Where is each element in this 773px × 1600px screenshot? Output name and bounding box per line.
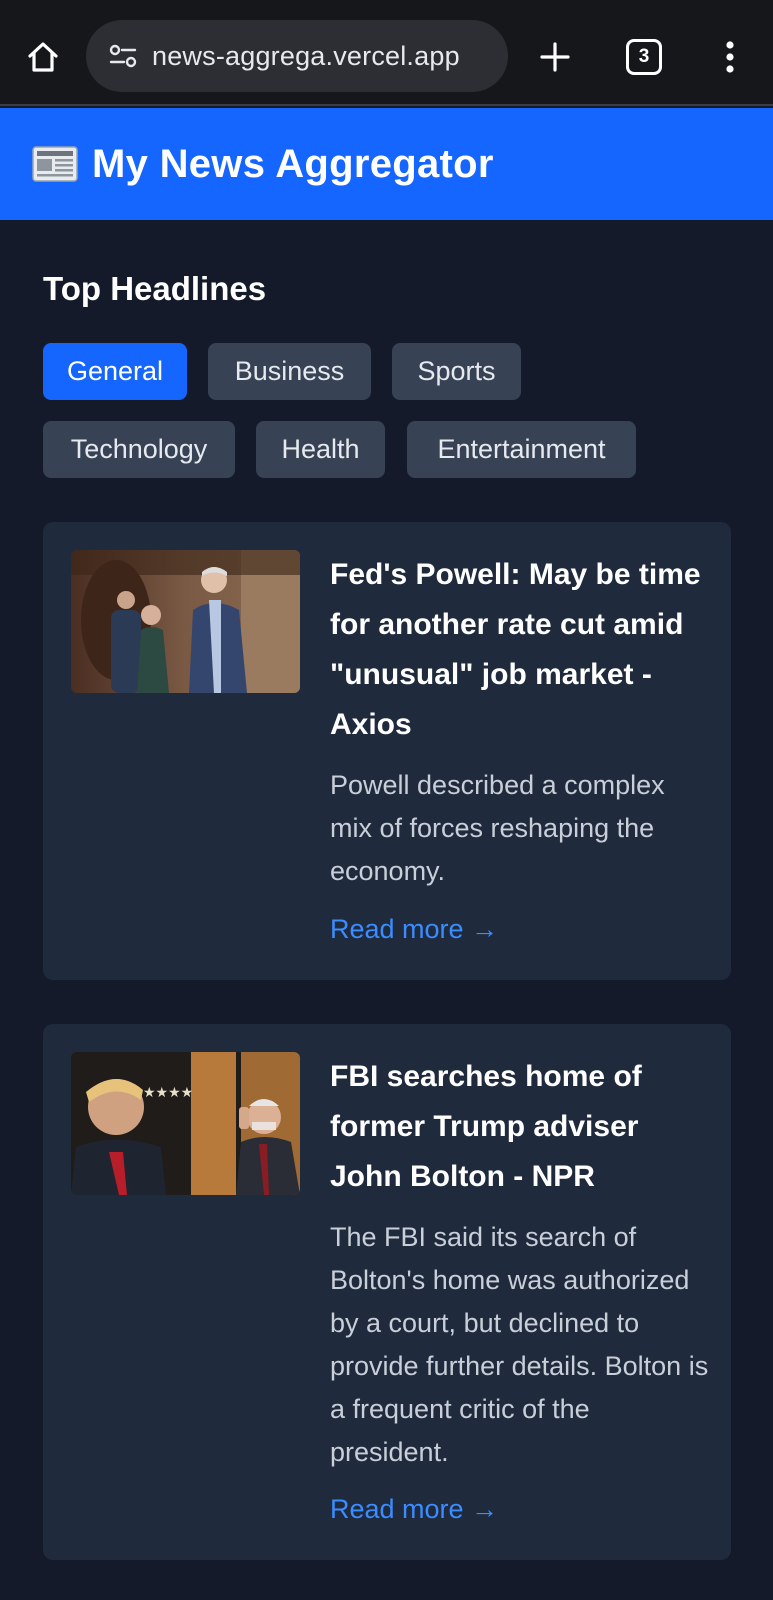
more-menu-button[interactable] [712,34,748,80]
tab-switcher-button[interactable]: 3 [626,39,662,75]
more-vert-icon [726,41,734,73]
article-card: ★★★★ FBI searches home of former Trump a… [43,1024,731,1560]
category-label: Health [281,434,360,464]
article-description: Powell described a complex mix of forces… [330,770,665,886]
svg-text:★★★★: ★★★★ [143,1085,193,1101]
site-settings-icon[interactable] [108,41,138,71]
category-sports-button[interactable]: Sports [392,343,521,400]
category-health-button[interactable]: Health [256,421,385,478]
app-header: My News Aggregator [0,108,773,220]
new-tab-button[interactable] [532,34,578,80]
article-thumbnail[interactable] [71,550,300,693]
tab-count: 3 [638,46,650,67]
newspaper-icon [32,145,78,183]
category-technology-button[interactable]: Technology [43,421,235,478]
category-label: Business [234,356,345,386]
article-title[interactable]: Fed's Powell: May be time for another ra… [330,550,705,750]
category-label: Entertainment [437,434,606,464]
article-card: Fed's Powell: May be time for another ra… [43,522,731,980]
home-button[interactable] [20,34,66,80]
section-title: Top Headlines [43,270,267,307]
read-more-link[interactable]: Read more → [330,1494,498,1525]
article-description: The FBI said its search of Bolton's home… [330,1222,709,1467]
category-business-button[interactable]: Business [208,343,371,400]
article-thumbnail[interactable]: ★★★★ [71,1052,300,1195]
article-title[interactable]: FBI searches home of former Trump advise… [330,1052,705,1202]
app-title: My News Aggregator [92,141,494,186]
read-more-link[interactable]: Read more → [330,914,498,945]
address-bar[interactable]: news-aggrega.vercel.app [86,20,508,92]
category-label: Sports [417,356,496,386]
category-label: Technology [70,434,208,464]
home-icon [28,42,58,72]
category-label: General [66,356,164,386]
url-text: news-aggrega.vercel.app [152,40,460,71]
plus-icon [540,42,570,72]
category-entertainment-button[interactable]: Entertainment [407,421,636,478]
browser-toolbar: news-aggrega.vercel.app 3 [0,0,773,106]
category-general-button[interactable]: General [43,343,187,400]
